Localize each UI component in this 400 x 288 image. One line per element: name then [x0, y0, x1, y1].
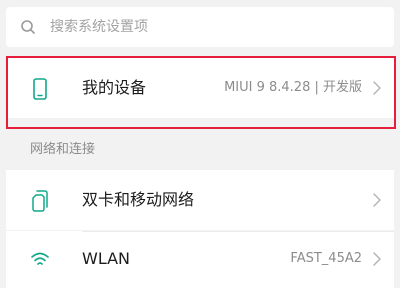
- search-icon: [21, 20, 35, 34]
- wifi-icon: [31, 252, 49, 265]
- chevron-right-icon: [373, 193, 381, 207]
- dual-sim-row[interactable]: 双卡和移动网络: [6, 170, 394, 230]
- dual-sim-label: 双卡和移动网络: [82, 190, 195, 209]
- chevron-right-icon: [373, 252, 381, 266]
- dual-sim-icon: [32, 190, 48, 212]
- search-input[interactable]: 搜索系统设置项: [50, 18, 148, 36]
- search-bar[interactable]: 搜索系统设置项: [6, 7, 394, 47]
- settings-screen: 搜索系统设置项 我的设备 MIUI 9 8.4.28 | 开发版 网络和连接 双…: [0, 0, 400, 288]
- divider: [82, 231, 394, 232]
- wlan-row[interactable]: WLAN FAST_45A2: [6, 231, 394, 288]
- wlan-ssid: FAST_45A2: [290, 251, 362, 266]
- highlight-box: [6, 56, 396, 129]
- section-header-network: 网络和连接: [30, 142, 96, 157]
- wlan-label: WLAN: [82, 249, 131, 268]
